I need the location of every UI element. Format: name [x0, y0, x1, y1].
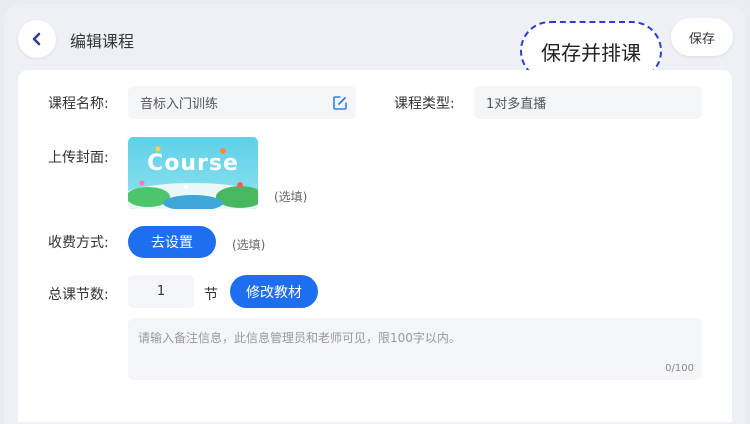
cover-optional-hint: (选填)	[274, 190, 308, 204]
fee-optional-hint: (选填)	[232, 238, 266, 252]
cover-label: 上传封面:	[48, 150, 109, 166]
header: 编辑课程 保存并排课 保存	[0, 0, 750, 81]
cover-text: Course	[147, 151, 239, 176]
fee-label: 收费方式:	[48, 235, 109, 251]
notes-placeholder: 请输入备注信息，此信息管理员和老师可见，限100字以内。	[138, 331, 461, 345]
notes-textarea[interactable]: 请输入备注信息，此信息管理员和老师可见，限100字以内。 0/100	[128, 318, 702, 380]
chevron-left-icon	[32, 32, 41, 46]
save-button[interactable]: 保存	[671, 18, 733, 56]
cover-image[interactable]: Course	[128, 137, 258, 209]
notes-char-counter: 0/100	[665, 363, 694, 374]
course-name-field[interactable]: 音标入门训练	[128, 86, 356, 119]
lesson-count-value: 1	[156, 284, 166, 299]
lesson-unit: 节	[204, 287, 218, 303]
course-type-label: 课程类型:	[394, 96, 455, 112]
fee-settings-button[interactable]: 去设置	[128, 226, 216, 258]
lessons-label: 总课节数:	[48, 287, 109, 303]
edit-icon[interactable]	[332, 95, 348, 111]
course-name-value: 音标入门训练	[140, 97, 219, 112]
page-title: 编辑课程	[70, 32, 135, 51]
edit-materials-button[interactable]: 修改教材	[230, 275, 318, 308]
form-card: 课程名称: 音标入门训练 课程类型: 1对多直播 上传封面: Course (选…	[18, 70, 732, 422]
lesson-count-input[interactable]: 1	[128, 275, 194, 308]
back-button[interactable]	[18, 20, 56, 58]
course-type-field[interactable]: 1对多直播	[474, 86, 702, 119]
course-type-value: 1对多直播	[486, 97, 547, 112]
course-name-label: 课程名称:	[48, 96, 109, 112]
